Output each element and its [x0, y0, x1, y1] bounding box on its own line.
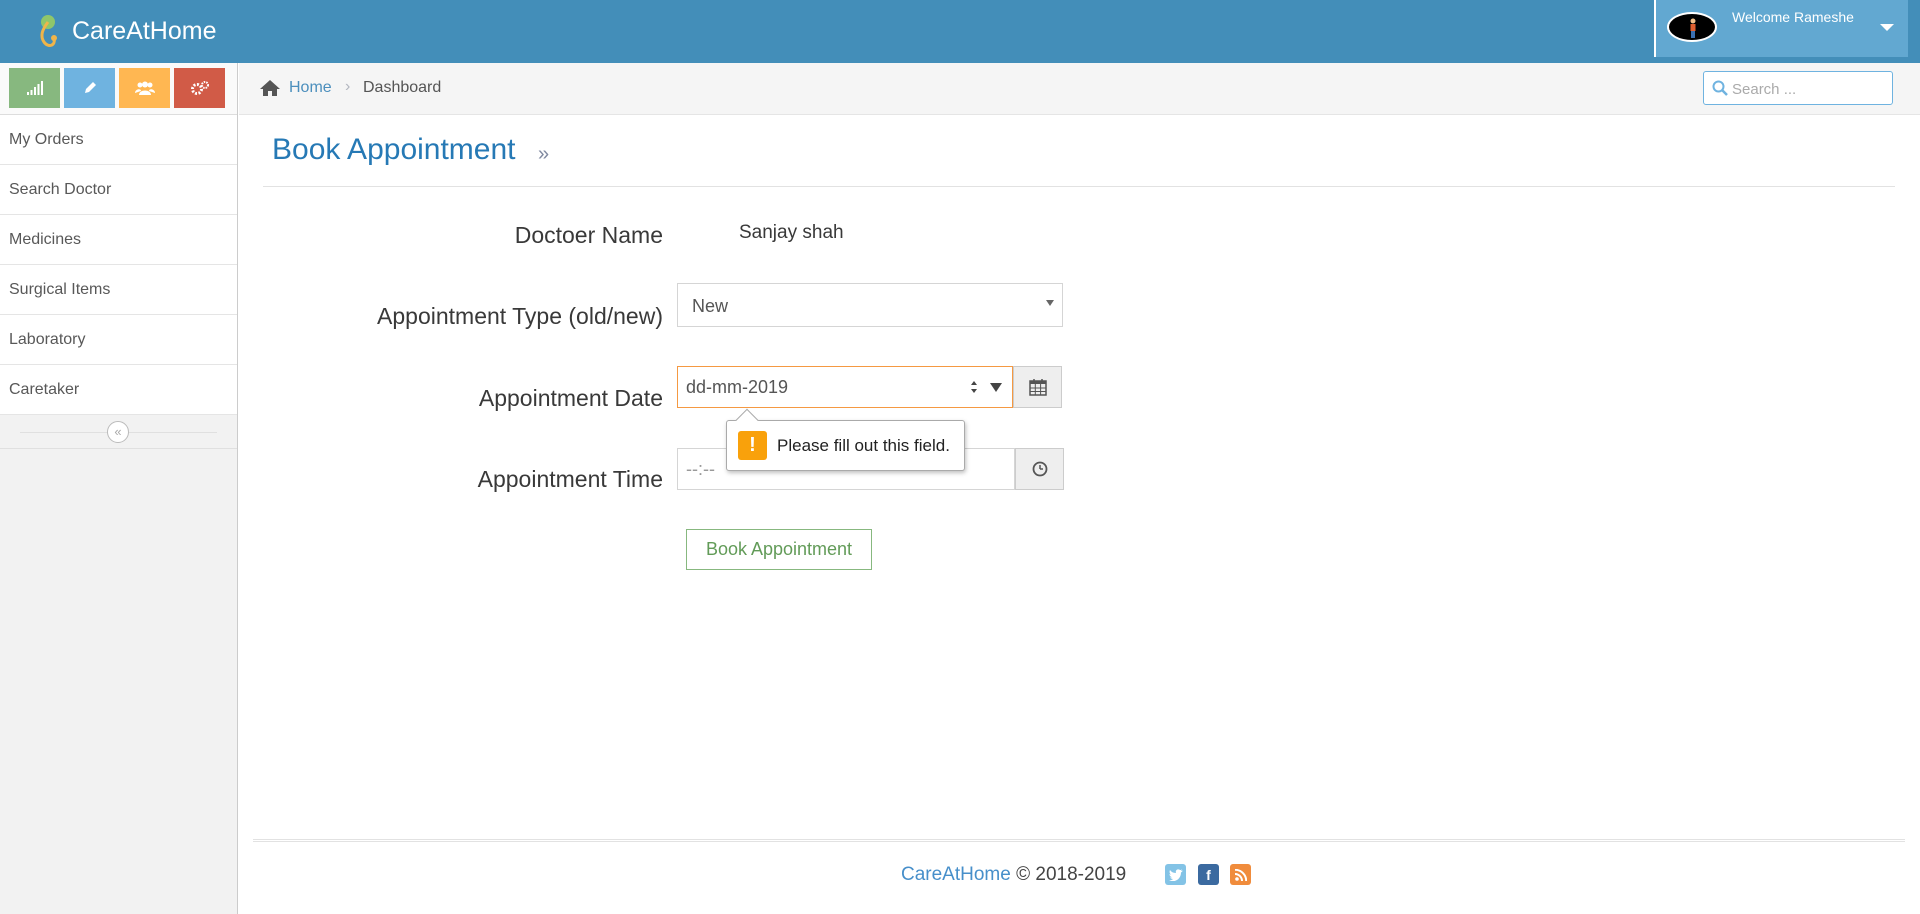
rss-icon[interactable] [1230, 864, 1251, 885]
top-navbar: CareAtHome Welcome Rameshe [0, 0, 1920, 63]
search-input[interactable] [1732, 78, 1882, 100]
appointment-date-input[interactable]: dd-mm-2019 [677, 366, 1013, 408]
appointment-time-value: --:-- [686, 459, 715, 479]
sidebar-collapse-bar: « [0, 415, 237, 449]
calendar-button[interactable] [1013, 366, 1062, 408]
sidebar: My Orders Search Doctor Medicines Surgic… [0, 63, 238, 914]
sidebar-item-caretaker[interactable]: Caretaker [0, 365, 237, 415]
sidebar-item-medicines[interactable]: Medicines [0, 215, 237, 265]
footer-brand: CareAtHome [901, 864, 1011, 885]
appointment-type-value: New [692, 296, 729, 316]
user-menu[interactable]: Welcome Rameshe [1654, 0, 1908, 57]
doctor-name-label: Doctoer Name [514, 222, 663, 248]
sidebar-shortcuts [0, 63, 237, 115]
validation-message: Please fill out this field. [777, 436, 950, 455]
sidebar-item-label: Search Doctor [9, 180, 112, 198]
users-shortcut-button[interactable] [119, 68, 170, 108]
double-chevron-left-icon[interactable]: « [107, 421, 129, 443]
sidebar-item-laboratory[interactable]: Laboratory [0, 315, 237, 365]
breadcrumb-separator: › [345, 78, 351, 95]
appointment-date-value: dd-mm-2019 [686, 377, 789, 397]
breadcrumb-current: Dashboard [363, 79, 442, 96]
home-icon [260, 80, 280, 96]
clock-icon [1032, 461, 1047, 477]
breadcrumb-home-link[interactable]: Home [289, 79, 332, 97]
cogs-shortcut-button[interactable] [174, 68, 225, 108]
calendar-icon [1028, 379, 1047, 396]
footer-divider [253, 839, 1905, 842]
search-icon [1712, 80, 1728, 96]
cogs-icon [190, 81, 209, 95]
appointment-type-select[interactable]: New [677, 283, 1063, 327]
book-appointment-button[interactable]: Book Appointment [686, 529, 872, 570]
breadcrumb: Home › Dashboard [239, 63, 1920, 115]
warning-icon: ! [738, 431, 767, 460]
sidebar-item-my-orders[interactable]: My Orders [0, 115, 237, 165]
validation-tooltip: ! Please fill out this field. [726, 408, 965, 471]
sidebar-item-label: Laboratory [9, 330, 86, 348]
sidebar-item-label: Surgical Items [9, 280, 111, 298]
footer-copyright: © 2018-2019 [1016, 864, 1127, 885]
sidebar-item-surgical-items[interactable]: Surgical Items [0, 265, 237, 315]
clock-button[interactable] [1015, 448, 1064, 490]
brand[interactable]: CareAtHome [34, 12, 217, 50]
date-dropdown-icon[interactable] [990, 383, 1002, 392]
stethoscope-logo-icon [40, 15, 57, 47]
dropdown-arrow-icon [1046, 300, 1054, 306]
caret-down-icon[interactable] [1880, 24, 1894, 31]
avatar [1667, 12, 1717, 42]
header-divider [263, 186, 1895, 187]
welcome-text: Welcome Rameshe [1732, 9, 1854, 25]
sidebar-item-label: Caretaker [9, 380, 80, 398]
nav-search [1703, 71, 1893, 105]
appointment-date-label: Appointment Date [478, 385, 663, 411]
brand-name: CareAtHome [72, 16, 217, 45]
page-title: Book Appointment [272, 133, 516, 166]
pencil-shortcut-button[interactable] [64, 68, 115, 108]
signal-icon [26, 81, 43, 95]
users-icon [134, 81, 155, 95]
doctor-name-value: Sanjay shah [739, 222, 844, 243]
appointment-type-label: Appointment Type (old/new) [377, 303, 663, 329]
sidebar-item-label: Medicines [9, 230, 82, 248]
signal-shortcut-button[interactable] [9, 68, 60, 108]
sidebar-item-label: My Orders [9, 130, 84, 148]
spinner-icon[interactable] [968, 375, 980, 399]
double-chevron-right-icon: » [538, 143, 550, 165]
twitter-icon[interactable] [1165, 864, 1186, 885]
facebook-icon[interactable]: f [1198, 864, 1219, 885]
appointment-time-label: Appointment Time [477, 466, 663, 492]
footer-text: CareAtHome © 2018-2019 [901, 864, 1126, 886]
person-icon [1690, 18, 1696, 38]
sidebar-item-search-doctor[interactable]: Search Doctor [0, 165, 237, 215]
pencil-icon [84, 82, 96, 93]
